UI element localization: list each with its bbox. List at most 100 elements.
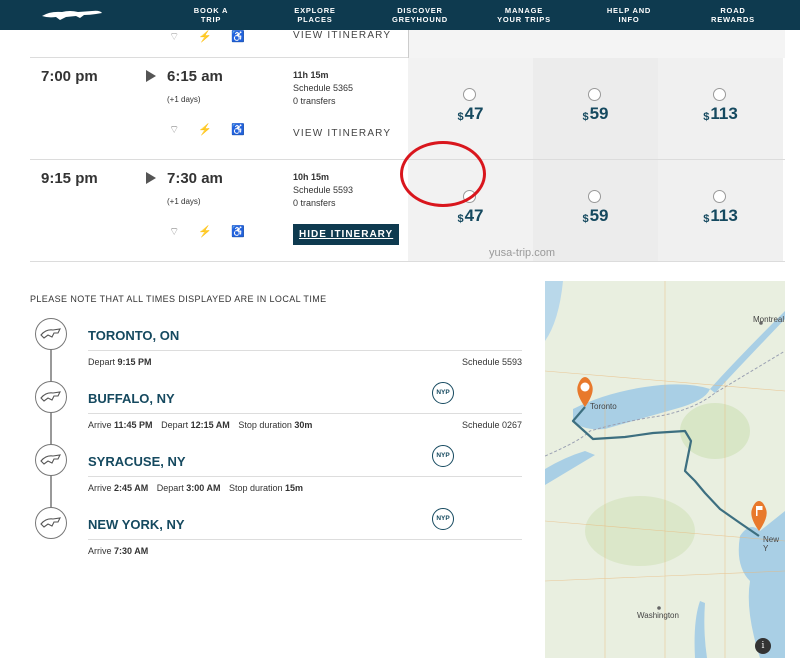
stop-details: Depart 9:15 PM [88,357,152,367]
stop-city: NEW YORK, NY [88,517,185,532]
fare-price: $47 [408,104,533,124]
transfers: 0 transfers [293,198,336,208]
route-map[interactable]: Montreal Toronto New Y Washington i [545,281,785,658]
price-value: 47 [464,104,484,123]
hide-itinerary-button[interactable]: HIDE ITINERARY [293,224,400,245]
duration: 10h 15m [293,172,330,182]
nav-explore-places[interactable]: EXPLORE PLACES [270,6,360,24]
stop-details: Arrive 7:30 AM [88,546,148,556]
map-label-washington: Washington [637,611,679,620]
detail-value: 7:30 AM [114,546,149,556]
detail-label: Arrive [88,420,112,430]
nav-book-a-trip[interactable]: BOOK A TRIP [166,6,256,24]
nav-road-rewards[interactable]: ROAD REWARDS [688,6,778,24]
top-nav: BOOK A TRIP EXPLORE PLACES DISCOVER GREYHOU… [0,0,800,30]
detail-value: 2:45 AM [114,483,149,493]
fare-price: $59 [533,206,658,226]
price-value: 59 [589,206,609,225]
nav-label: INFO [618,15,640,24]
nav-label: BOOK A [193,6,229,15]
nav-manage-trips[interactable]: MANAGE YOUR TRIPS [479,6,569,24]
currency-symbol: $ [703,213,710,225]
watermark: yusa-trip.com [489,247,556,259]
detail-label: Arrive [88,546,112,556]
nav-label: PLACES [297,15,333,24]
fare-option-economy-extra[interactable]: $59 [533,160,658,261]
depart-time: 7:00 pm [41,68,98,85]
nav-label: REWARDS [711,15,755,24]
plus-days: (+1 days) [167,197,201,206]
detail-value: 9:15 PM [117,357,152,367]
nav-label: MANAGE [504,6,544,15]
depart-time: 9:15 pm [41,170,98,187]
fare-price: $59 [533,104,658,124]
fare-option-flexible[interactable]: $113 [658,160,783,261]
nav-discover-greyhound[interactable]: DISCOVER GREYHOUND [375,6,465,24]
local-time-note: PLEASE NOTE THAT ALL TIMES DISPLAYED ARE… [30,294,327,304]
detail-label: Arrive [88,483,112,493]
price-value: 47 [464,206,484,225]
nav-label: TRIP [200,15,222,24]
trip-row-partial: ⌔ ⚡ ♿ VIEW ITINERARY [30,30,785,58]
bus-stop-icon [35,507,67,539]
fare-radio[interactable] [588,88,601,101]
bus-stop-icon [35,444,67,476]
detail-label: Depart [88,357,116,367]
fare-option-economy-extra[interactable]: $59 [533,58,658,159]
nav-help-info[interactable]: HELP AND INFO [584,6,674,24]
transfers: 0 transfers [293,96,336,106]
fare-radio[interactable] [463,88,476,101]
detail-value: 11:45 PM [114,420,153,430]
fare-radio[interactable] [713,88,726,101]
trip-info: 11h 15m Schedule 5365 0 transfers [293,69,353,108]
nav-label: HELP AND [606,6,652,15]
play-arrow-icon [146,70,156,82]
stop-details: Arrive 11:45 PM Depart 12:15 AM Stop dur… [88,420,312,430]
greyhound-logo[interactable] [40,7,104,23]
fare-option-flexible[interactable]: $113 [658,58,783,159]
stop-schedule: Schedule 0267 [461,420,522,430]
currency-symbol: $ [582,213,589,225]
price-value: 113 [710,206,738,225]
amenity-icons: ⌔ ⚡ ♿ [169,31,253,43]
divider [88,476,522,477]
highlight-circle [400,141,486,207]
fare-price: $113 [658,206,783,226]
station-badge[interactable]: NYP [432,382,454,404]
fare-price: $47 [408,206,533,226]
play-arrow-icon [146,172,156,184]
nav-label: YOUR TRIPS [497,15,551,24]
detail-label: Depart [161,420,189,430]
fare-radio[interactable] [713,190,726,203]
view-itinerary-link[interactable]: VIEW ITINERARY [293,30,391,41]
schedule: Schedule 5593 [293,185,354,195]
stop-city: BUFFALO, NY [88,391,175,406]
fare-radio[interactable] [588,190,601,203]
detail-label: Stop duration [228,483,283,493]
stop-city: TORONTO, ON [88,328,180,343]
price-cell [408,30,785,58]
station-badge[interactable]: NYP [432,445,454,467]
nav-label: GREYHOUND [392,15,448,24]
divider [88,413,522,414]
map-canvas [545,281,785,658]
map-info-button[interactable]: i [755,638,771,654]
destination-marker-icon [751,501,767,531]
trip-row: 7:00 pm 6:15 am (+1 days) ⌔ ⚡ ♿ 11h 15m … [30,58,785,160]
currency-symbol: $ [457,111,464,123]
view-itinerary-link[interactable]: VIEW ITINERARY [293,128,391,139]
price-value: 113 [710,104,738,123]
station-badge[interactable]: NYP [432,508,454,530]
fare-price: $113 [658,104,783,124]
detail-value: 30m [294,420,313,430]
divider [88,539,522,540]
detail-value: 3:00 AM [186,483,221,493]
price-value: 59 [589,104,609,123]
nav-label: EXPLORE [294,6,336,15]
divider [88,350,522,351]
currency-symbol: $ [703,111,710,123]
detail-label: Stop duration [238,420,292,430]
plus-days: (+1 days) [167,95,201,104]
bus-stop-icon [35,381,67,413]
amenity-icons: ⌔ ⚡ ♿ [169,124,253,136]
